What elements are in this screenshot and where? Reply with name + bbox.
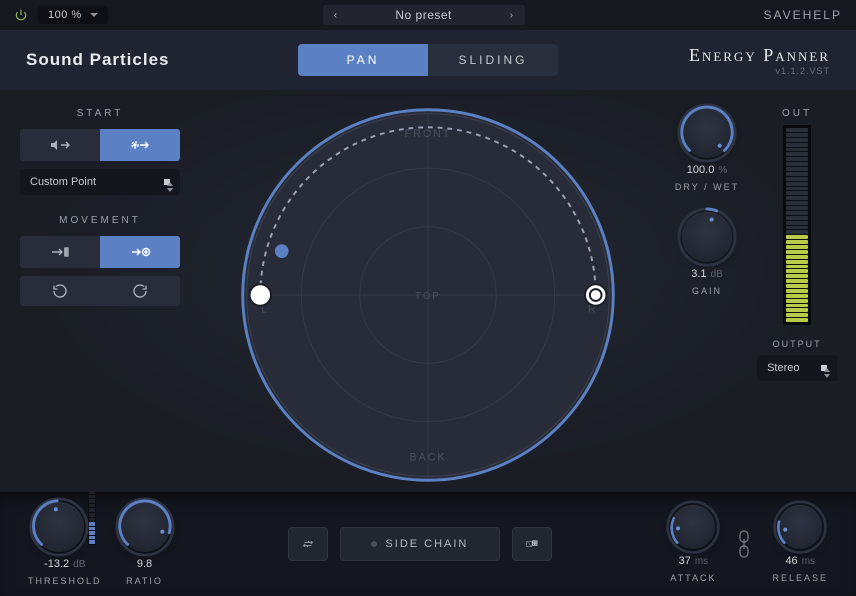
threshold-label: THRESHOLD [28, 576, 102, 586]
link-icon[interactable] [734, 522, 754, 566]
help-button[interactable]: HELP [803, 8, 842, 22]
header: Sound Particles PAN SLIDING Energy Panne… [0, 30, 856, 90]
output-label: OUTPUT [773, 339, 822, 349]
drywet-knob[interactable] [682, 108, 732, 158]
pan-circle[interactable]: FRONT BACK L R TOP [233, 100, 623, 490]
threshold-knob[interactable] [34, 502, 84, 552]
drywet-label: DRY / WET [675, 182, 739, 192]
sidechain-button[interactable]: SIDE CHAIN [340, 527, 500, 561]
swap-button[interactable] [288, 527, 328, 561]
attack-knob-block: 37ms ATTACK [670, 505, 716, 583]
rotate-cw-button[interactable] [100, 276, 180, 306]
bottom-bar: -13.2dB THRESHOLD 9.8 RATIO SIDE CHAIN 3… [0, 492, 856, 596]
tab-sliding[interactable]: SLIDING [428, 44, 558, 76]
preset-next-button[interactable]: › [499, 5, 525, 25]
left-panel: START Custom Point MOVEMENT [0, 90, 200, 492]
preset-name[interactable]: No preset [349, 5, 499, 25]
movement-linear-button[interactable] [20, 236, 100, 268]
drywet-knob-block: 100.0% DRY / WET [675, 108, 739, 192]
threshold-knob-block: -13.2dB THRESHOLD [28, 502, 102, 586]
attack-knob[interactable] [671, 505, 715, 549]
main-area: START Custom Point MOVEMENT [0, 90, 856, 492]
product-name: Energy Panner [689, 45, 830, 66]
movement-label: MOVEMENT [20, 215, 180, 226]
threshold-value: -13.2dB [44, 558, 85, 570]
movement-target-button[interactable] [100, 236, 180, 268]
ratio-label: RATIO [126, 576, 163, 586]
threshold-meter [88, 489, 96, 545]
ratio-knob-block: 9.8 RATIO [120, 502, 170, 586]
power-icon[interactable] [14, 8, 28, 22]
save-button[interactable]: SAVE [764, 8, 803, 22]
start-buttons [20, 129, 180, 161]
gain-label: GAIN [692, 286, 722, 296]
out-label: OUT [782, 108, 812, 119]
ratio-value: 9.8 [137, 558, 152, 570]
release-knob[interactable] [778, 505, 822, 549]
rotation-buttons [20, 276, 180, 306]
start-dropdown[interactable]: Custom Point [20, 169, 180, 195]
zoom-selector[interactable]: 100 % [38, 6, 108, 24]
rotate-ccw-button[interactable] [20, 276, 100, 306]
sidechain-label: SIDE CHAIN [385, 538, 468, 550]
back-label: BACK [410, 452, 447, 464]
attack-label: ATTACK [670, 573, 716, 583]
right-panel: 100.0% DRY / WET 3.1dB GAIN OUT [656, 90, 856, 492]
output-dropdown[interactable]: Stereo [757, 355, 837, 381]
brand-logo: Sound Particles [26, 50, 169, 70]
gain-value: 3.1dB [691, 268, 723, 280]
randomize-button[interactable] [512, 527, 552, 561]
output-value: Stereo [767, 362, 799, 374]
release-knob-block: 46ms RELEASE [772, 505, 828, 583]
bottom-center: SIDE CHAIN [188, 527, 653, 561]
front-label: FRONT [405, 128, 452, 140]
zoom-value: 100 % [48, 9, 82, 21]
chevron-updown-icon [164, 179, 170, 185]
chevron-updown-icon [821, 365, 827, 371]
start-dropdown-value: Custom Point [30, 176, 96, 188]
gain-knob-block: 3.1dB GAIN [682, 212, 732, 296]
preset-navigator: ‹ No preset › [108, 5, 740, 25]
preset-prev-button[interactable]: ‹ [323, 5, 349, 25]
gain-knob[interactable] [682, 212, 732, 262]
release-label: RELEASE [772, 573, 828, 583]
product-title: Energy Panner v1.1.2.VST [689, 45, 830, 76]
top-label: TOP [415, 291, 441, 302]
top-bar: 100 % ‹ No preset › SAVE HELP [0, 0, 856, 30]
start-mode-speaker-button[interactable] [20, 129, 100, 161]
mode-toggle: PAN SLIDING [298, 44, 558, 76]
product-version: v1.1.2.VST [689, 66, 830, 76]
sidechain-indicator-icon [371, 541, 377, 547]
drywet-value: 100.0% [687, 164, 727, 176]
release-value: 46ms [785, 555, 815, 567]
start-label: START [20, 108, 180, 119]
chevron-down-icon [90, 13, 98, 17]
attack-value: 37ms [679, 555, 709, 567]
pan-display[interactable]: FRONT BACK L R TOP [200, 90, 656, 492]
ratio-knob[interactable] [120, 502, 170, 552]
movement-buttons [20, 236, 180, 268]
output-meter [783, 125, 811, 325]
tab-pan[interactable]: PAN [298, 44, 428, 76]
start-mode-point-button[interactable] [100, 129, 180, 161]
